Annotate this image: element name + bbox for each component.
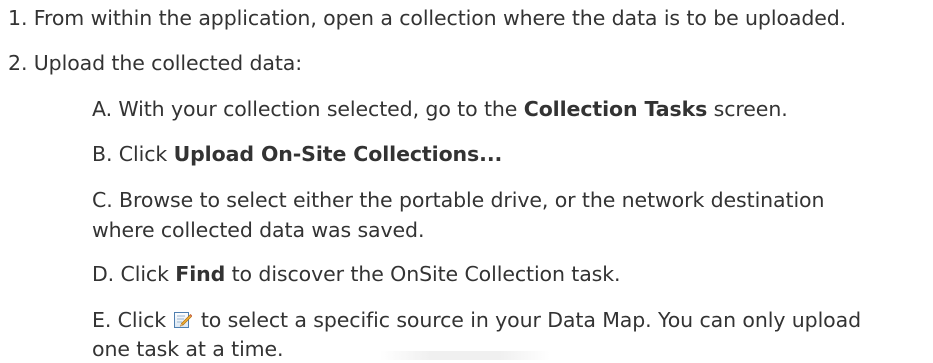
bottom-shadow — [380, 351, 550, 360]
substep-a: A. With your collection selected, go to … — [92, 95, 788, 123]
substep-b-prefix: B. Click — [92, 142, 174, 166]
step-1-number: 1. — [8, 6, 28, 30]
substep-c-line-2: where collected data was saved. — [92, 218, 425, 242]
substep-a-prefix: A. With your collection selected, go to … — [92, 97, 524, 121]
substep-c-line-1: C. Browse to select either the portable … — [92, 188, 825, 212]
step-2: 2. Upload the collected data: — [8, 49, 302, 77]
substep-e-line-2: one task at a time. — [92, 337, 284, 361]
substep-e-suffix: to select a specific source in your Data… — [194, 308, 862, 332]
substep-d: D. Click Find to discover the OnSite Col… — [92, 260, 621, 288]
substep-a-suffix: screen. — [707, 97, 788, 121]
edit-pencil-icon — [173, 309, 193, 328]
step-1-text: From within the application, open a coll… — [33, 6, 847, 30]
substep-e-line-1: E. Click to select a specific source in … — [92, 306, 861, 334]
find-label: Find — [175, 262, 226, 286]
step-1: 1. From within the application, open a c… — [8, 4, 846, 32]
upload-onsite-collections-label: Upload On-Site Collections... — [173, 142, 503, 166]
substep-b: B. Click Upload On-Site Collections... — [92, 140, 502, 168]
substep-e-prefix: E. Click — [92, 308, 173, 332]
substep-d-suffix: to discover the OnSite Collection task. — [225, 262, 621, 286]
substep-d-prefix: D. Click — [92, 262, 176, 286]
step-2-text: Upload the collected data: — [33, 51, 303, 75]
collection-tasks-label: Collection Tasks — [523, 97, 708, 121]
step-2-number: 2. — [8, 51, 28, 75]
